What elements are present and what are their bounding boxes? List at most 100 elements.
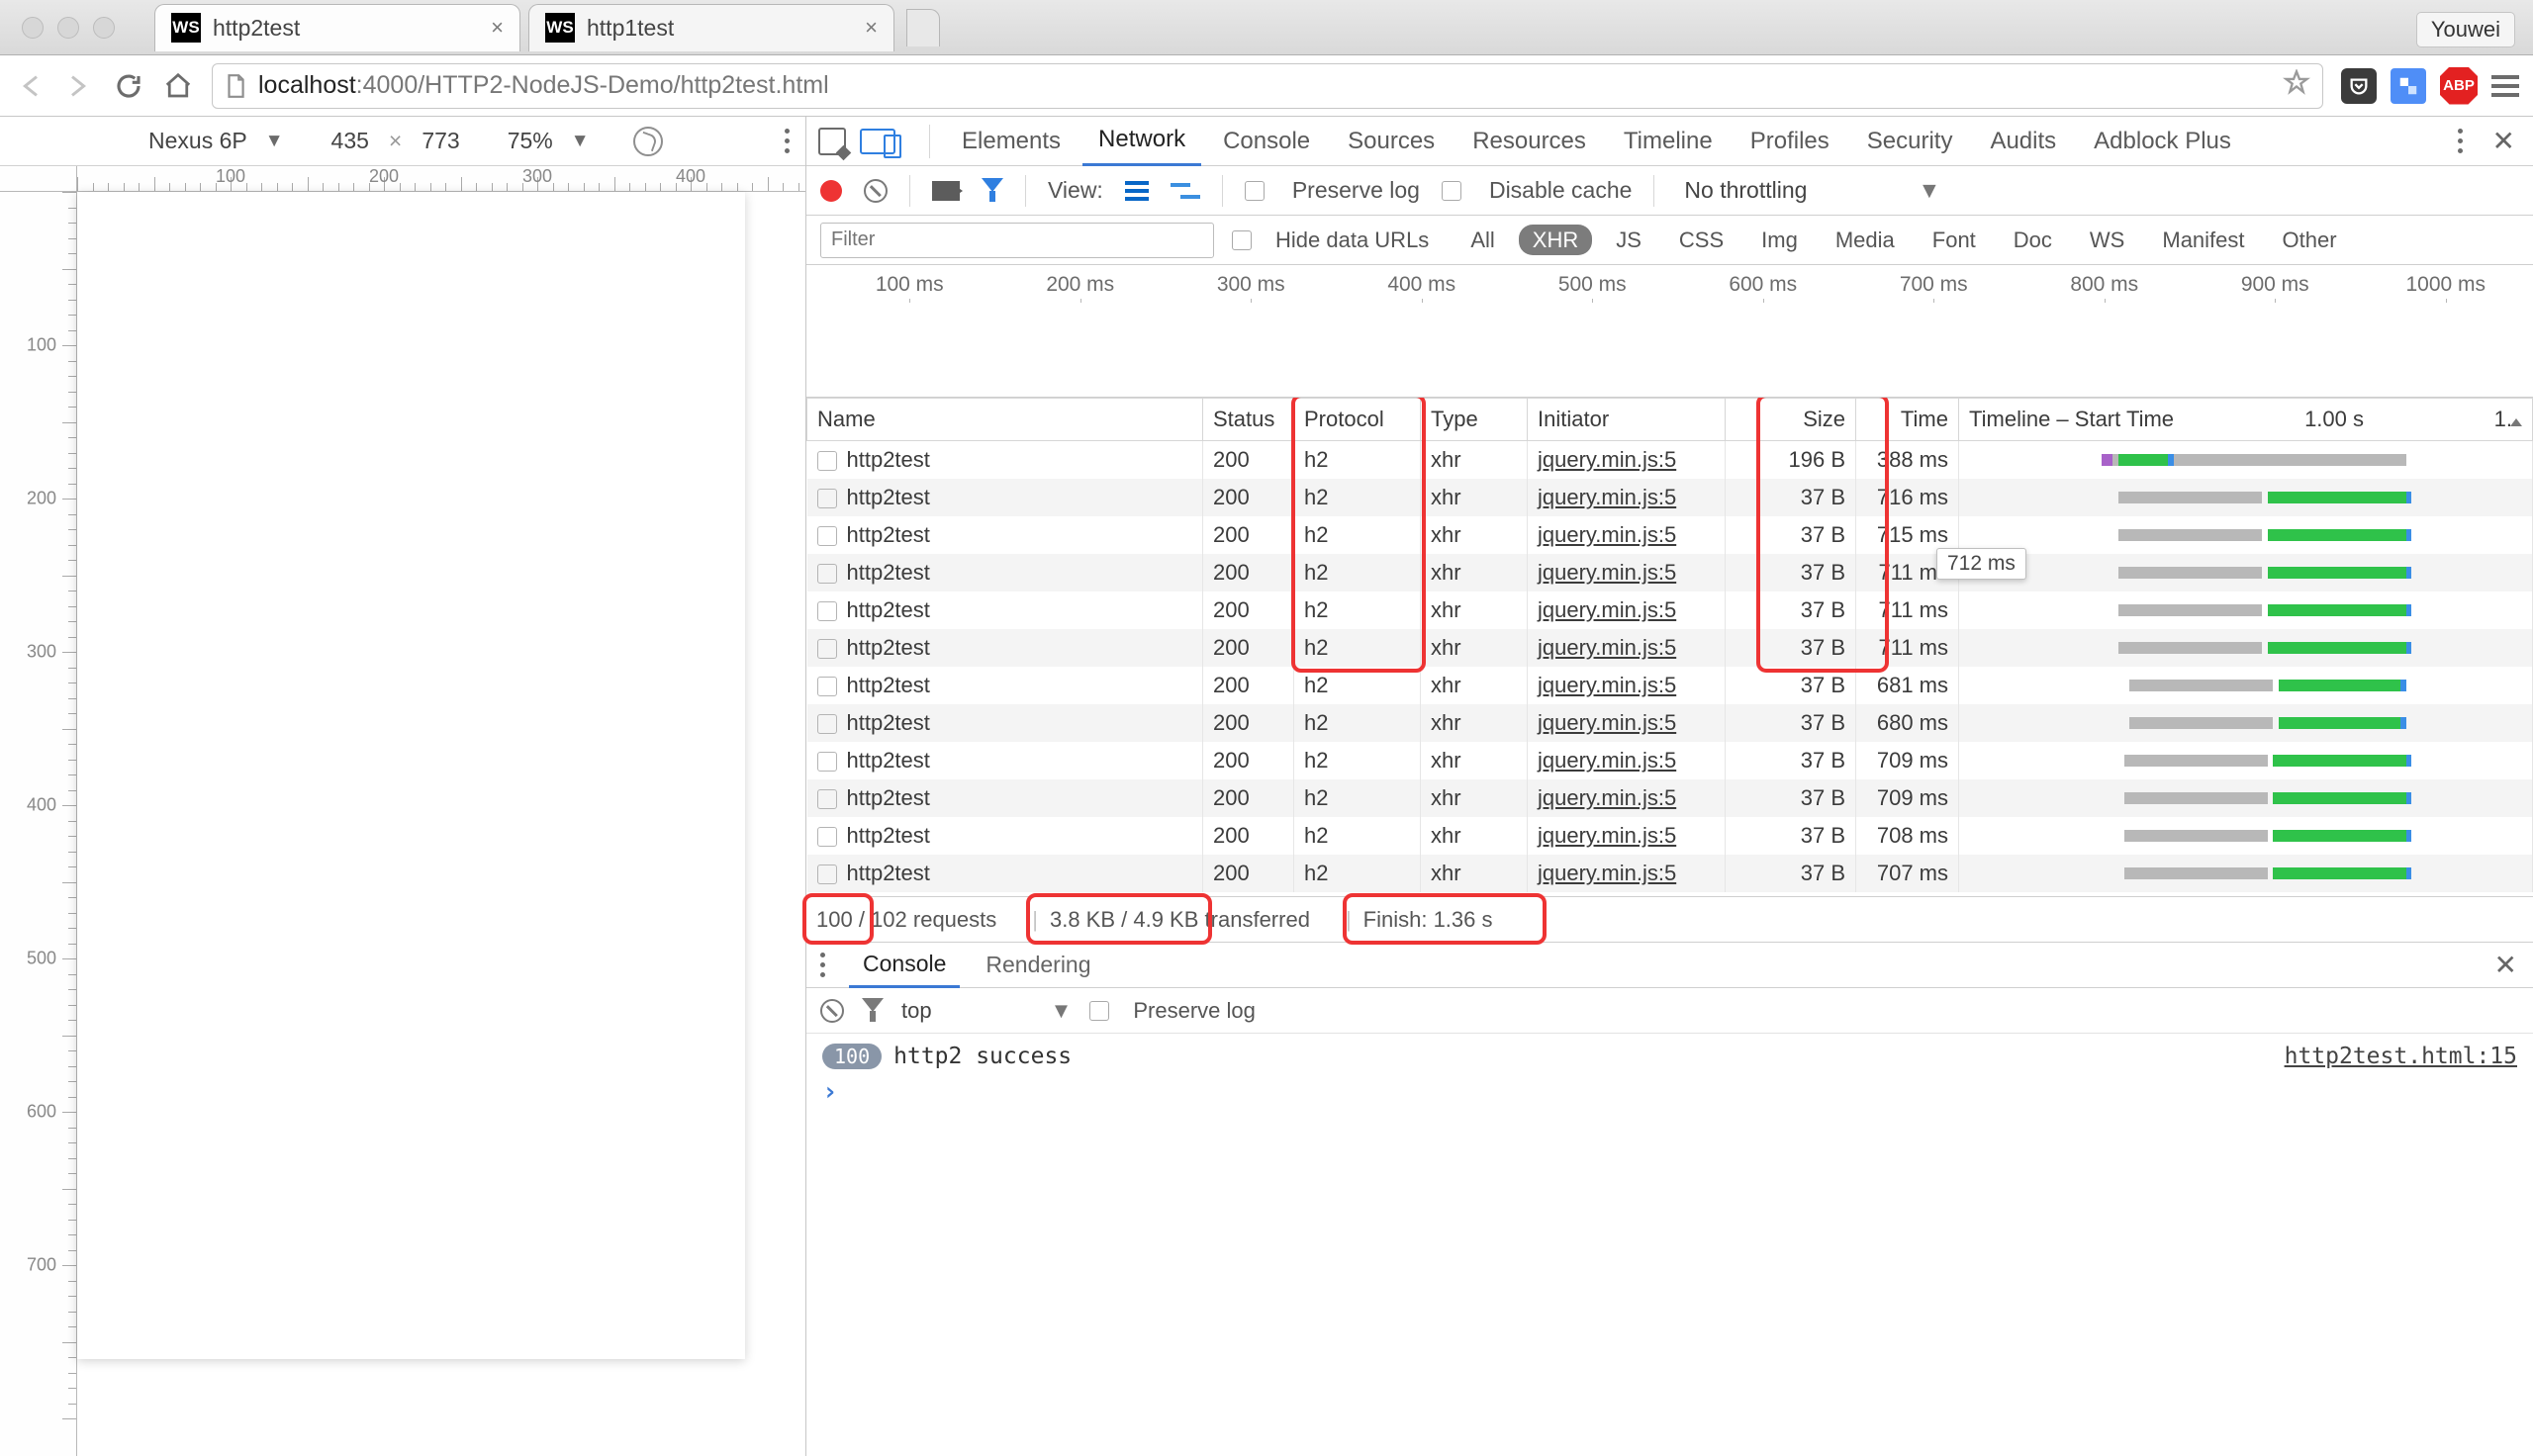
drawer-tab-rendering[interactable]: Rendering: [972, 944, 1104, 986]
timeline-overview[interactable]: 100 ms200 ms300 ms400 ms500 ms600 ms700 …: [806, 265, 2533, 398]
forward-icon[interactable]: [63, 70, 95, 102]
waterfall-toggle-icon[interactable]: [1171, 183, 1200, 199]
request-initiator[interactable]: jquery.min.js:5: [1538, 447, 1676, 472]
console-filter-icon[interactable]: [862, 998, 884, 1023]
browser-tab-0[interactable]: WS http2test ×: [154, 4, 520, 51]
filter-type-js[interactable]: JS: [1602, 225, 1655, 255]
request-initiator[interactable]: jquery.min.js:5: [1538, 673, 1676, 697]
disable-cache-checkbox[interactable]: [1442, 181, 1461, 201]
col-initiator[interactable]: Initiator: [1528, 399, 1726, 441]
rotate-icon[interactable]: [633, 127, 663, 156]
viewport-width[interactable]: 435: [331, 128, 369, 154]
row-checkbox[interactable]: [817, 864, 837, 884]
filter-type-img[interactable]: Img: [1747, 225, 1812, 255]
request-initiator[interactable]: jquery.min.js:5: [1538, 748, 1676, 773]
table-row[interactable]: http2test200h2xhrjquery.min.js:537 B711 …: [807, 592, 2533, 629]
browser-menu-icon[interactable]: [2491, 75, 2519, 97]
screenshot-icon[interactable]: [932, 181, 960, 201]
close-devtools-icon[interactable]: ✕: [2486, 125, 2521, 157]
drawer-more-icon[interactable]: [820, 953, 825, 977]
row-checkbox[interactable]: [817, 564, 837, 584]
tab-resources[interactable]: Resources: [1456, 118, 1602, 165]
filter-type-doc[interactable]: Doc: [2000, 225, 2066, 255]
toggle-device-icon[interactable]: [860, 129, 895, 154]
row-checkbox[interactable]: [817, 639, 837, 659]
log-source-link[interactable]: http2test.html:15: [2285, 1044, 2517, 1069]
request-initiator[interactable]: jquery.min.js:5: [1538, 635, 1676, 660]
row-checkbox[interactable]: [817, 789, 837, 809]
tab-network[interactable]: Network: [1082, 116, 1201, 166]
tab-elements[interactable]: Elements: [946, 118, 1077, 165]
table-row[interactable]: http2test200h2xhrjquery.min.js:537 B680 …: [807, 704, 2533, 742]
abp-icon[interactable]: ABP: [2440, 67, 2478, 105]
console-body[interactable]: 100http2 success http2test.html:15 ›: [806, 1034, 2533, 1456]
clear-console-icon[interactable]: [820, 999, 844, 1023]
row-checkbox[interactable]: [817, 714, 837, 734]
col-protocol[interactable]: Protocol: [1294, 399, 1421, 441]
table-row[interactable]: http2test200h2xhrjquery.min.js:537 B711 …: [807, 629, 2533, 667]
table-row[interactable]: http2test200h2xhrjquery.min.js:537 B715 …: [807, 516, 2533, 554]
filter-input[interactable]: [820, 223, 1214, 258]
clear-icon[interactable]: [864, 179, 888, 203]
preserve-log-checkbox[interactable]: [1245, 181, 1265, 201]
table-row[interactable]: http2test200h2xhrjquery.min.js:537 B709 …: [807, 742, 2533, 779]
console-preserve-log-checkbox[interactable]: [1089, 1001, 1109, 1021]
tab-adblock[interactable]: Adblock Plus: [2078, 118, 2247, 165]
filter-type-xhr[interactable]: XHR: [1519, 225, 1592, 255]
large-rows-icon[interactable]: [1125, 181, 1149, 201]
table-row[interactable]: http2test200h2xhrjquery.min.js:537 B681 …: [807, 667, 2533, 704]
table-row[interactable]: http2test200h2xhrjquery.min.js:537 B707 …: [807, 855, 2533, 892]
request-initiator[interactable]: jquery.min.js:5: [1538, 597, 1676, 622]
filter-type-ws[interactable]: WS: [2076, 225, 2138, 255]
pocket-icon[interactable]: [2341, 68, 2377, 104]
filter-type-all[interactable]: All: [1456, 225, 1508, 255]
filter-type-font[interactable]: Font: [1919, 225, 1990, 255]
context-select[interactable]: top▼: [901, 998, 1072, 1024]
row-checkbox[interactable]: [817, 752, 837, 772]
request-initiator[interactable]: jquery.min.js:5: [1538, 560, 1676, 585]
tab-console[interactable]: Console: [1207, 118, 1326, 165]
table-row[interactable]: http2test200h2xhrjquery.min.js:537 B711 …: [807, 554, 2533, 592]
row-checkbox[interactable]: [817, 489, 837, 508]
zoom-select[interactable]: 75%: [508, 128, 553, 154]
inspect-element-icon[interactable]: [818, 128, 846, 155]
table-row[interactable]: http2test200h2xhrjquery.min.js:537 B708 …: [807, 817, 2533, 855]
viewport-height[interactable]: 773: [422, 128, 459, 154]
zoom-window-icon[interactable]: [93, 17, 115, 39]
tab-audits[interactable]: Audits: [1974, 118, 2072, 165]
tab-profiles[interactable]: Profiles: [1735, 118, 1845, 165]
request-initiator[interactable]: jquery.min.js:5: [1538, 522, 1676, 547]
filter-type-media[interactable]: Media: [1822, 225, 1909, 255]
request-initiator[interactable]: jquery.min.js:5: [1538, 485, 1676, 509]
request-initiator[interactable]: jquery.min.js:5: [1538, 861, 1676, 885]
drawer-tab-console[interactable]: Console: [849, 943, 960, 988]
device-screen[interactable]: [77, 192, 745, 1359]
col-time[interactable]: Time: [1856, 399, 1959, 441]
row-checkbox[interactable]: [817, 677, 837, 696]
col-status[interactable]: Status: [1203, 399, 1294, 441]
bookmark-star-icon[interactable]: [2283, 69, 2310, 103]
close-tab-icon[interactable]: ×: [491, 15, 504, 41]
filter-icon[interactable]: [982, 178, 1003, 203]
translate-icon[interactable]: [2391, 68, 2426, 104]
tab-sources[interactable]: Sources: [1332, 118, 1451, 165]
row-checkbox[interactable]: [817, 451, 837, 471]
row-checkbox[interactable]: [817, 601, 837, 621]
tab-security[interactable]: Security: [1851, 118, 1969, 165]
close-tab-icon[interactable]: ×: [865, 15, 878, 41]
row-checkbox[interactable]: [817, 827, 837, 847]
filter-type-css[interactable]: CSS: [1665, 225, 1737, 255]
table-row[interactable]: http2test200h2xhrjquery.min.js:5196 B388…: [807, 441, 2533, 480]
home-icon[interactable]: [162, 70, 194, 102]
new-tab-button[interactable]: [906, 9, 940, 46]
filter-type-manifest[interactable]: Manifest: [2148, 225, 2258, 255]
devtools-more-icon[interactable]: [2458, 129, 2463, 153]
request-initiator[interactable]: jquery.min.js:5: [1538, 823, 1676, 848]
more-icon[interactable]: [785, 129, 790, 153]
filter-type-other[interactable]: Other: [2269, 225, 2351, 255]
back-icon[interactable]: [14, 70, 46, 102]
table-row[interactable]: http2test200h2xhrjquery.min.js:537 B709 …: [807, 779, 2533, 817]
profile-button[interactable]: Youwei: [2416, 12, 2515, 47]
col-size[interactable]: Size: [1726, 399, 1856, 441]
hide-data-urls-checkbox[interactable]: [1232, 230, 1252, 250]
